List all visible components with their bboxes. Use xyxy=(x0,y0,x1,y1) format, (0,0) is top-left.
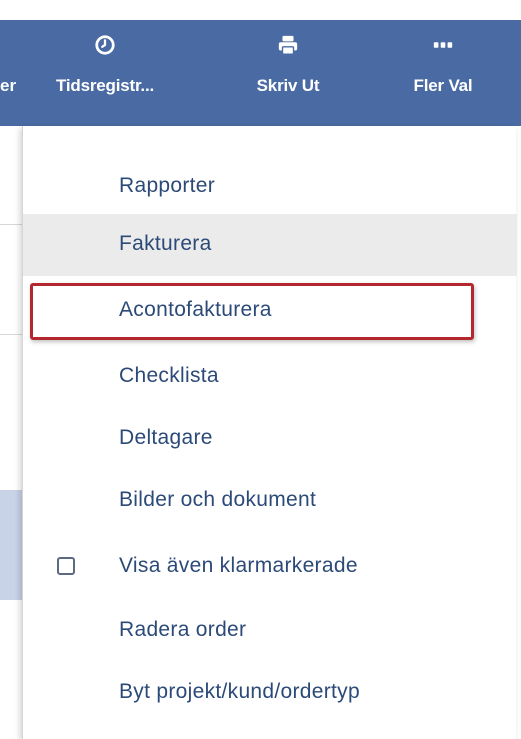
time-registration-label: Tidsregistr... xyxy=(56,76,154,95)
background-page-edge xyxy=(0,126,22,739)
menu-item-visa-aven-klarmarkerade[interactable]: Visa även klarmarkerade xyxy=(23,536,517,598)
menu-item-label: Rapporter xyxy=(119,174,216,197)
menu-item-radera-order[interactable]: Radera order xyxy=(23,600,517,662)
more-icon xyxy=(433,42,453,48)
menu-item-label: Bilder och dokument xyxy=(119,488,317,511)
toolbar: er Tidsregistr... Skriv Ut Fler Val xyxy=(0,20,521,126)
menu-item-deltagare[interactable]: Deltagare xyxy=(23,408,517,470)
menu-item-bilder-och-dokument[interactable]: Bilder och dokument xyxy=(23,470,517,532)
print-label: Skriv Ut xyxy=(256,76,320,95)
more-options-label: Fler Val xyxy=(413,76,473,95)
menu-item-label: Visa även klarmarkerade xyxy=(119,554,358,577)
more-options-dropdown: Rapporter Fakturera Acontofakturera Chec… xyxy=(22,126,517,739)
menu-item-label: Fakturera xyxy=(119,232,212,255)
clock-icon xyxy=(95,35,115,55)
print-button[interactable]: Skriv Ut xyxy=(232,20,344,126)
menu-item-label: Byt projekt/kund/ordertyp xyxy=(119,680,360,703)
printer-icon xyxy=(278,35,298,55)
more-options-button[interactable]: Fler Val xyxy=(388,20,498,126)
show-completed-checkbox[interactable] xyxy=(57,557,75,575)
divider xyxy=(0,224,22,225)
toolbar-item-partial-label[interactable]: er xyxy=(0,76,16,96)
menu-item-rapporter[interactable]: Rapporter xyxy=(23,156,517,218)
time-registration-button[interactable]: Tidsregistr... xyxy=(40,20,170,126)
menu-item-byt-projekt-kund-ordertyp[interactable]: Byt projekt/kund/ordertyp xyxy=(23,662,517,724)
menu-item-label: Deltagare xyxy=(119,426,213,449)
divider xyxy=(0,334,22,335)
menu-item-fakturera[interactable]: Fakturera xyxy=(23,214,517,276)
highlight-box xyxy=(30,283,474,340)
menu-item-checklista[interactable]: Checklista xyxy=(23,346,517,408)
menu-item-label: Radera order xyxy=(119,618,247,641)
background-selected-row xyxy=(0,490,22,600)
menu-item-label: Checklista xyxy=(119,364,219,387)
